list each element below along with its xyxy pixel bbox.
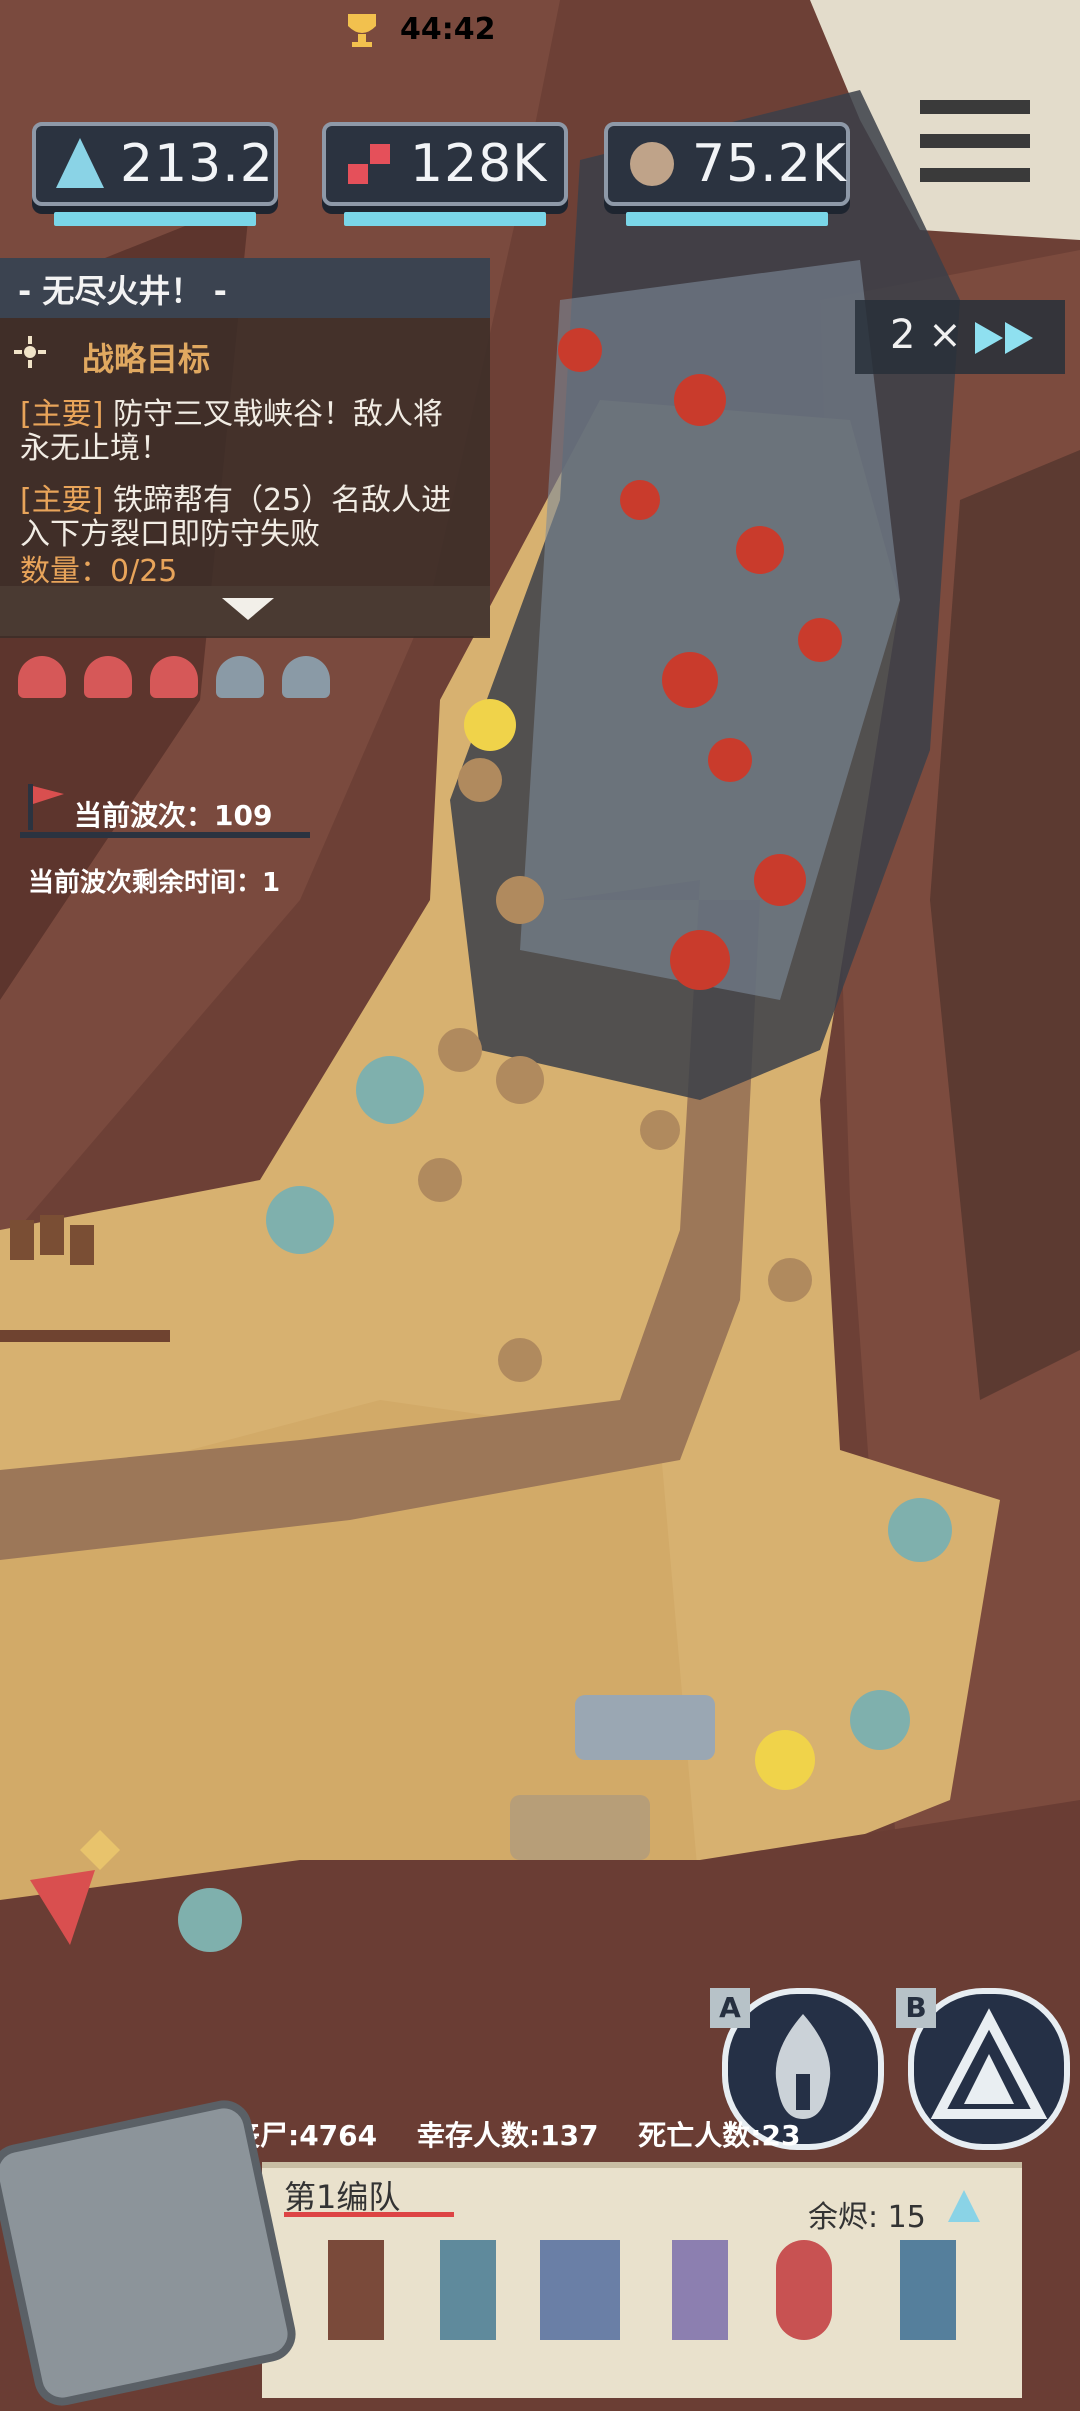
- target-icon: [14, 336, 46, 368]
- mode-title: - 无尽火井！ -: [18, 272, 227, 310]
- battle-stats: 丧尸:4764 幸存人数:137 死亡人数:23: [232, 2114, 830, 2154]
- unit-card[interactable]: [672, 2240, 728, 2340]
- materials-bar: [344, 212, 546, 226]
- ember-count: 余烬: 15: [808, 2200, 926, 2235]
- fast-forward-icon[interactable]: [975, 318, 1045, 358]
- survivor-count: 幸存人数:137: [416, 2119, 599, 2152]
- wave-underline: [20, 832, 310, 838]
- materials-resource[interactable]: 128K: [322, 122, 568, 226]
- materials-value: 128K: [410, 134, 548, 194]
- chevron-down-icon[interactable]: [222, 598, 274, 620]
- crystal-resource[interactable]: 213.2: [32, 122, 278, 226]
- objective-item: [主要] 铁蹄帮有（25）名敌人进入下方裂口即防守失败: [20, 484, 470, 552]
- pyramid-icon: [930, 2008, 1048, 2119]
- unit-card[interactable]: [900, 2240, 956, 2340]
- wave-time-remaining: 当前波次剩余时间：1: [28, 868, 281, 898]
- crystal-icon: [56, 138, 104, 188]
- helmet-icon: [150, 656, 198, 698]
- skill-a-label: A: [710, 1988, 750, 2028]
- crystal-bar: [54, 212, 256, 226]
- death-count: 死亡人数:23: [638, 2119, 801, 2152]
- objective-count: 数量：0/25: [20, 554, 178, 589]
- trophy-icon: [348, 14, 376, 47]
- crystal-value: 213.2: [120, 134, 274, 194]
- scrap-bar: [626, 212, 828, 226]
- objectives-heading: 战略目标: [82, 340, 211, 378]
- helmet-icon: [84, 656, 132, 698]
- scrap-resource[interactable]: 75.2K: [604, 122, 850, 226]
- current-wave: 当前波次：109: [74, 799, 273, 832]
- unit-card[interactable]: [328, 2240, 384, 2340]
- skill-b-label: B: [896, 1988, 936, 2028]
- game-timer: 44:42: [400, 12, 496, 47]
- unit-card[interactable]: [776, 2240, 832, 2340]
- objective-item: [主要] 防守三叉戟峡谷！敌人将永无止境！: [20, 398, 470, 466]
- speed-label: 2 ×: [890, 312, 962, 358]
- unit-card[interactable]: [440, 2240, 496, 2340]
- build-sign-button[interactable]: [0, 2095, 301, 2411]
- scrap-icon: [630, 142, 674, 186]
- helmet-icon: [216, 656, 264, 698]
- crystal-icon: [948, 2190, 980, 2222]
- squad-underline: [284, 2212, 454, 2217]
- unit-card[interactable]: [540, 2240, 620, 2340]
- objective-tag: [主要]: [20, 483, 104, 518]
- objective-tag: [主要]: [20, 397, 104, 432]
- scrap-value: 75.2K: [692, 134, 847, 194]
- mode-bar: - 无尽火井！ -: [0, 258, 490, 318]
- materials-icon: [348, 144, 390, 184]
- flag-icon: [28, 784, 64, 830]
- helmet-icon: [282, 656, 330, 698]
- helmet-icon: [18, 656, 66, 698]
- menu-icon[interactable]: [920, 100, 1030, 190]
